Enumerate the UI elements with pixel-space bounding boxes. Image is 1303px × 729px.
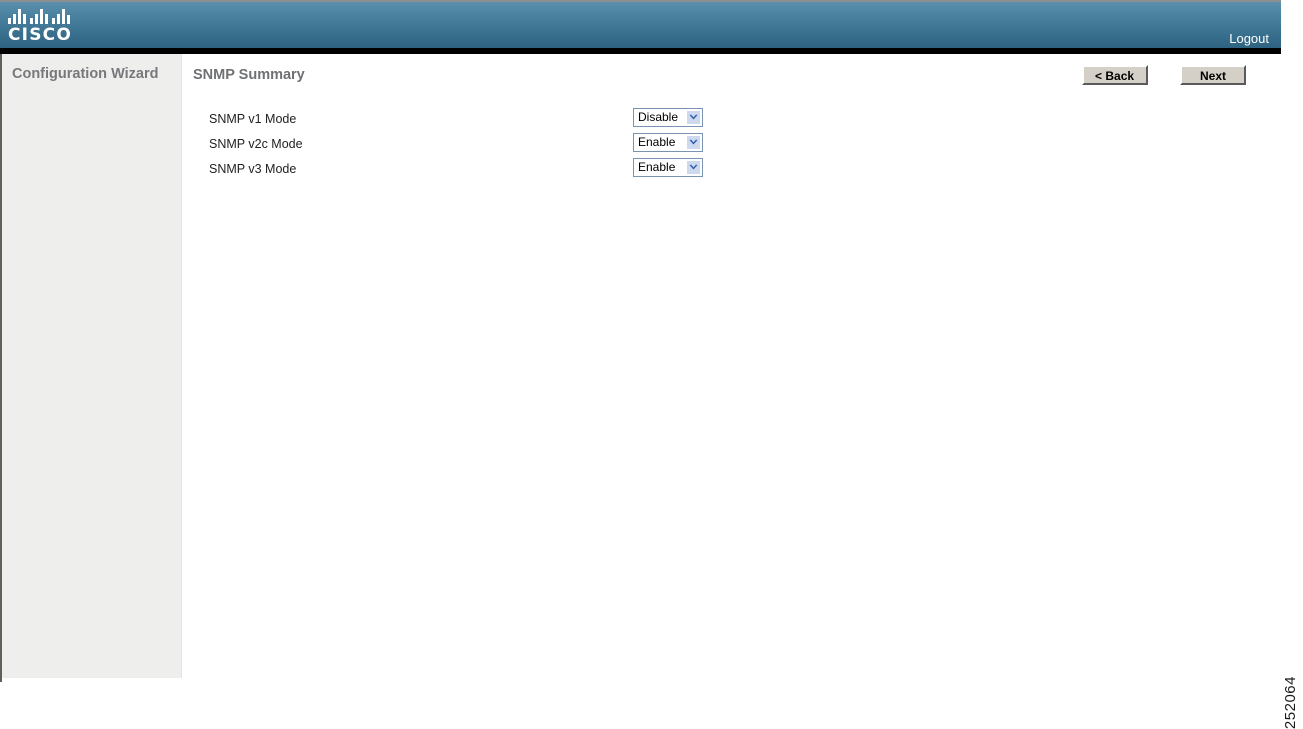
chevron-down-icon[interactable] [686, 135, 701, 150]
sidebar-title: Configuration Wizard [12, 66, 159, 82]
cisco-logo: CISCO [8, 9, 78, 47]
wizard-nav-buttons: < Back Next [1081, 65, 1246, 87]
snmp-settings-form: SNMP v1 Mode Disable SNMP v2c Mode Enabl… [183, 108, 1281, 183]
page-root: CISCO Logout Configuration Wizard SNMP S… [0, 0, 1303, 729]
form-row-snmp-v2c: SNMP v2c Mode Enable [183, 133, 1281, 158]
snmp-v2c-mode-value: Enable [638, 135, 676, 149]
sidebar: Configuration Wizard [2, 54, 182, 678]
snmp-v2c-mode-select[interactable]: Enable [633, 133, 703, 152]
form-row-snmp-v1: SNMP v1 Mode Disable [183, 108, 1281, 133]
app-header: CISCO Logout [0, 0, 1281, 48]
page-title: SNMP Summary [193, 67, 305, 83]
document-id-watermark: 252064 [1282, 676, 1299, 729]
snmp-v3-mode-value: Enable [638, 160, 676, 174]
cisco-bars-icon [8, 9, 70, 24]
next-button[interactable]: Next [1180, 65, 1246, 85]
logout-link[interactable]: Logout [1229, 31, 1269, 46]
snmp-v2c-mode-label: SNMP v2c Mode [209, 137, 303, 151]
content-panel: SNMP Summary < Back Next SNMP v1 Mode Di… [183, 54, 1281, 678]
snmp-v1-mode-value: Disable [638, 110, 679, 124]
chevron-down-icon[interactable] [686, 110, 701, 125]
chevron-down-icon[interactable] [686, 160, 701, 175]
snmp-v3-mode-label: SNMP v3 Mode [209, 162, 297, 176]
cisco-wordmark: CISCO [8, 25, 72, 45]
back-button[interactable]: < Back [1081, 65, 1148, 85]
snmp-v1-mode-select[interactable]: Disable [633, 108, 703, 127]
form-row-snmp-v3: SNMP v3 Mode Enable [183, 158, 1281, 183]
snmp-v1-mode-label: SNMP v1 Mode [209, 112, 297, 126]
snmp-v3-mode-select[interactable]: Enable [633, 158, 703, 177]
